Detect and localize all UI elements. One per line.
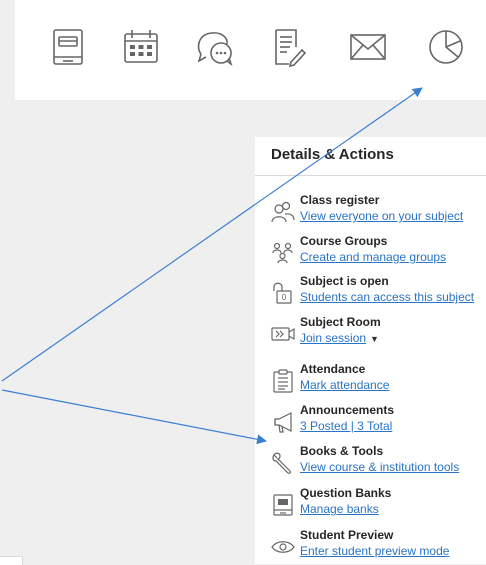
item-title: Student Preview <box>300 528 394 542</box>
details-actions-panel: Details & Actions Class register View ev… <box>255 137 486 564</box>
item-class-register: Class register View everyone on your sub… <box>271 193 486 229</box>
announcements-link[interactable]: 3 Posted | 3 Total <box>300 418 392 434</box>
item-books-tools: Books & Tools View course & institution … <box>271 444 486 480</box>
arrow-to-books-tools <box>1 389 267 445</box>
lock-open-icon: 0 <box>271 281 295 305</box>
pie-chart-icon[interactable] <box>423 24 469 70</box>
mark-attendance-link[interactable]: Mark attendance <box>300 377 389 393</box>
people-icon <box>271 200 295 224</box>
megaphone-icon <box>271 410 295 434</box>
panel-divider <box>255 175 486 176</box>
item-title: Course Groups <box>300 234 388 248</box>
eye-icon <box>271 535 295 559</box>
question-bank-icon <box>271 493 295 517</box>
students-access-link[interactable]: Students can access this subject <box>300 289 474 305</box>
svg-text:0: 0 <box>282 293 287 302</box>
item-course-groups: Course Groups Create and manage groups <box>271 234 486 270</box>
item-title: Question Banks <box>300 486 392 500</box>
item-question-banks: Question Banks Manage banks <box>271 486 486 522</box>
item-student-preview: Student Preview Enter student preview mo… <box>271 528 486 564</box>
book-icon[interactable] <box>45 24 91 70</box>
tool-toolbar <box>15 0 486 100</box>
item-attendance: Attendance Mark attendance <box>271 362 486 398</box>
discussion-icon[interactable] <box>192 24 238 70</box>
view-everyone-link[interactable]: View everyone on your subject <box>300 208 463 224</box>
groups-icon <box>271 241 295 265</box>
item-title: Subject Room <box>300 315 381 329</box>
item-title: Announcements <box>300 403 395 417</box>
item-title: Attendance <box>300 362 366 376</box>
student-preview-link[interactable]: Enter student preview mode <box>300 543 449 559</box>
item-announcements: Announcements 3 Posted | 3 Total <box>271 403 486 439</box>
item-title: Books & Tools <box>300 444 384 458</box>
chevron-down-icon[interactable]: ▼ <box>370 334 379 344</box>
view-tools-link[interactable]: View course & institution tools <box>300 459 459 475</box>
attendance-icon <box>271 369 295 393</box>
panel-title: Details & Actions <box>271 146 394 163</box>
join-session-link[interactable]: Join session <box>300 330 366 346</box>
calendar-icon[interactable] <box>118 24 164 70</box>
item-title: Class register <box>300 193 380 207</box>
manage-banks-link[interactable]: Manage banks <box>300 501 379 517</box>
item-title: Subject is open <box>300 274 389 288</box>
assignment-icon[interactable] <box>265 24 311 70</box>
create-groups-link[interactable]: Create and manage groups <box>300 249 446 265</box>
item-subject-room: Subject Room Join session ▼ <box>271 315 486 351</box>
wrench-icon <box>271 451 295 475</box>
mail-icon[interactable] <box>345 24 391 70</box>
item-subject-open: 0 Subject is open Students can access th… <box>271 274 486 310</box>
video-room-icon <box>271 322 295 346</box>
